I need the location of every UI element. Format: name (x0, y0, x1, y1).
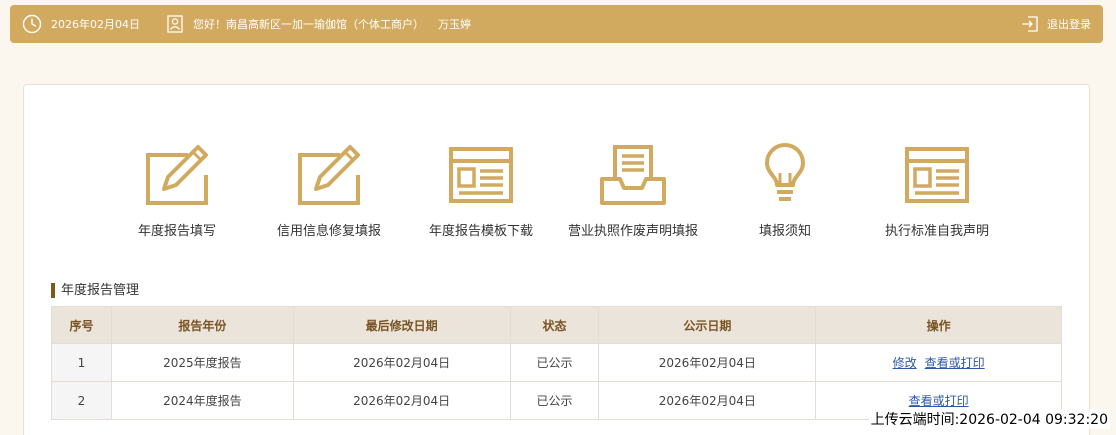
upload-timestamp: 上传云端时间:2026-02-04 09:32:20 (868, 409, 1110, 429)
cell-year: 2025年度报告 (110, 343, 294, 382)
section-title: 年度报告管理 (51, 283, 139, 298)
cell-published: 2026年02月04日 (598, 381, 817, 420)
cell-status: 已公示 (509, 343, 600, 382)
logout-icon (1022, 16, 1038, 32)
edit-pencil-icon (298, 145, 360, 205)
cell-status: 已公示 (509, 381, 600, 420)
clock-icon (22, 14, 42, 34)
cell-year: 2024年度报告 (110, 381, 294, 420)
top-bar: 2026年02月04日 您好！南昌高新区一加一瑜伽馆（个体工商户） 万玉婷 退出… (10, 5, 1103, 43)
feature-license-void-declaration[interactable]: 营业执照作废声明填报 (563, 143, 703, 239)
cell-no: 1 (51, 343, 112, 382)
feature-label: 年度报告模板下载 (428, 224, 533, 239)
column-header: 报告年份 (110, 306, 294, 344)
feature-label: 年度报告填写 (137, 224, 216, 239)
main-panel: 年度报告填写 信用信息修复填报 年度报告模板下载 营业执照作废声明填报 填报须知… (23, 84, 1090, 435)
edit-pencil-icon (146, 145, 208, 205)
table-row: 1 2025年度报告 2026年02月04日 已公示 2026年02月04日 修… (51, 343, 1062, 382)
date-text: 2026年02月04日 (51, 18, 140, 31)
feature-annual-report-fill[interactable]: 年度报告填写 (107, 143, 247, 239)
annual-report-table: 序号 报告年份 最后修改日期 状态 公示日期 操作 1 2025年度报告 202… (51, 306, 1062, 420)
cell-modified: 2026年02月04日 (292, 343, 511, 382)
cell-no: 2 (51, 381, 112, 420)
column-header: 状态 (509, 306, 600, 344)
feature-label: 信用信息修复填报 (276, 224, 381, 239)
cell-modified: 2026年02月04日 (292, 381, 511, 420)
column-header: 序号 (51, 306, 112, 344)
date-display: 2026年02月04日 (22, 14, 140, 34)
feature-template-download[interactable]: 年度报告模板下载 (411, 143, 551, 239)
logout-label: 退出登录 (1047, 18, 1091, 31)
user-name: 万玉婷 (438, 18, 471, 31)
feature-filing-notice[interactable]: 填报须知 (715, 143, 855, 239)
table-header-row: 序号 报告年份 最后修改日期 状态 公示日期 操作 (51, 306, 1062, 344)
feature-label: 填报须知 (758, 224, 811, 239)
lightbulb-icon (765, 143, 805, 201)
column-header: 公示日期 (598, 306, 817, 344)
edit-link[interactable]: 修改 (893, 356, 917, 370)
feature-label: 营业执照作废声明填报 (567, 224, 698, 239)
template-window-icon (905, 147, 969, 203)
inbox-tray-icon (600, 145, 666, 205)
user-greeting: 您好！南昌高新区一加一瑜伽馆（个体工商户） 万玉婷 (167, 15, 471, 33)
cell-actions: 修改 查看或打印 (815, 343, 1062, 382)
column-header: 最后修改日期 (292, 306, 511, 344)
feature-label: 执行标准自我声明 (884, 224, 989, 239)
logout-button[interactable]: 退出登录 (1021, 15, 1091, 33)
feature-credit-repair[interactable]: 信用信息修复填报 (259, 143, 399, 239)
view-print-link[interactable]: 查看或打印 (909, 394, 969, 408)
cell-published: 2026年02月04日 (598, 343, 817, 382)
feature-standard-self-declaration[interactable]: 执行标准自我声明 (867, 143, 1007, 239)
user-badge-icon (167, 15, 183, 33)
greeting-text: 您好！南昌高新区一加一瑜伽馆（个体工商户） (193, 18, 424, 31)
template-window-icon (449, 147, 513, 203)
column-header: 操作 (815, 306, 1062, 344)
view-print-link[interactable]: 查看或打印 (925, 356, 985, 370)
